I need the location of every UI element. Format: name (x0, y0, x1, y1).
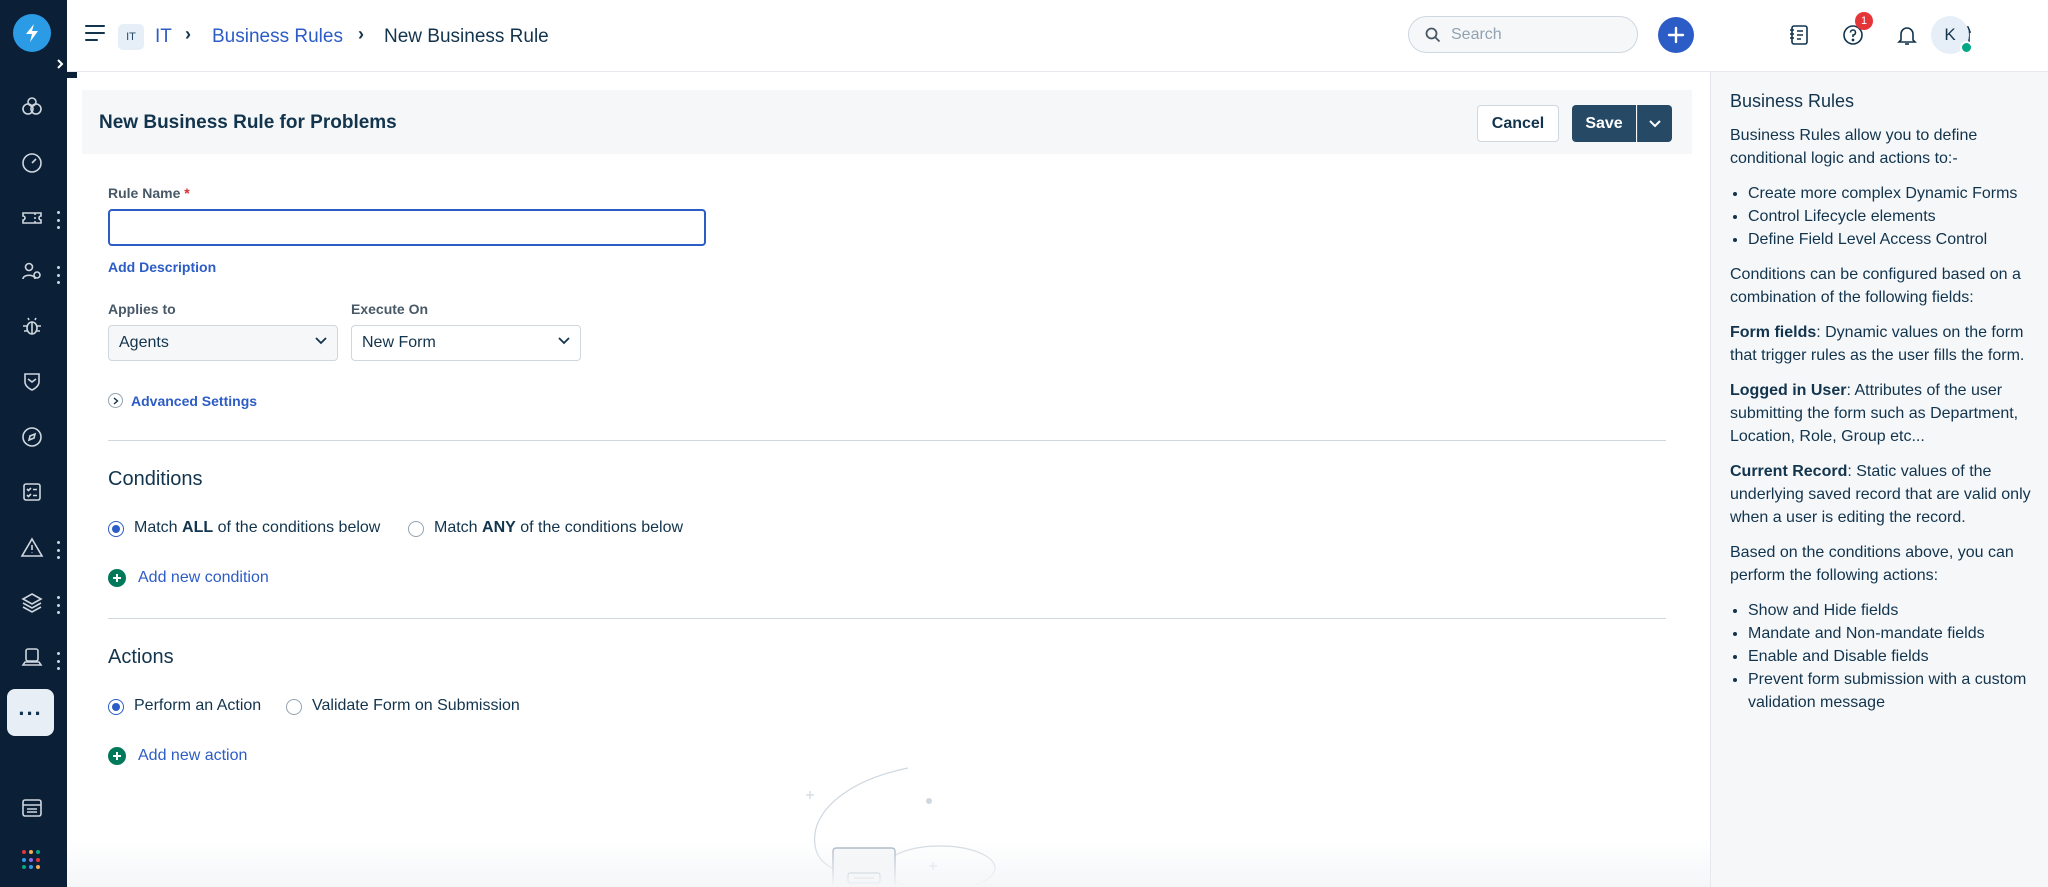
chevron-down-icon (315, 337, 327, 345)
cancel-button[interactable]: Cancel (1477, 105, 1559, 142)
list-item: Define Field Level Access Control (1748, 228, 2034, 251)
validate-form-radio[interactable] (286, 699, 302, 715)
help-form-fields: Form fields: Dynamic values on the form … (1730, 324, 2025, 364)
speedometer-icon[interactable] (16, 147, 48, 179)
list-item: Mandate and Non-mandate fields (1748, 622, 2034, 645)
match-all-label[interactable]: Match ALL of the conditions below (134, 519, 380, 537)
checklist-icon[interactable] (16, 476, 48, 508)
workspace-badge: IT (118, 24, 144, 50)
conditions-heading: Conditions (108, 468, 203, 490)
ticket-menu-icon[interactable] (56, 211, 60, 229)
list-item: Prevent form submission with a custom va… (1748, 668, 2034, 714)
ticket-icon[interactable] (16, 202, 48, 234)
divider (108, 618, 1666, 619)
add-condition-icon[interactable] (108, 569, 126, 587)
applies-to-select[interactable]: Agents (108, 325, 338, 361)
chevron-right-icon: › (185, 24, 191, 44)
save-button[interactable]: Save (1572, 105, 1636, 142)
form-header: New Business Rule for Problems Cancel Sa… (82, 90, 1692, 154)
laptop-menu-icon[interactable] (56, 652, 60, 670)
shield-icon[interactable] (16, 366, 48, 398)
save-options-button[interactable] (1637, 105, 1672, 142)
add-action-icon[interactable] (108, 747, 126, 765)
catalog-icon[interactable] (1784, 20, 1814, 50)
execute-on-select[interactable]: New Form (351, 325, 581, 361)
rule-name-input[interactable] (108, 209, 706, 246)
match-any-radio[interactable] (408, 521, 424, 537)
help-actions-text: Based on the conditions above, you can p… (1730, 544, 2014, 584)
notification-badge: 1 (1855, 12, 1873, 30)
rule-name-label: Rule Name * (108, 185, 190, 201)
alert-menu-icon[interactable] (56, 541, 60, 559)
match-any-label[interactable]: Match ANY of the conditions below (434, 519, 683, 537)
help-panel: Business Rules Business Rules allow you … (1710, 72, 2048, 887)
add-condition-link[interactable]: Add new condition (138, 569, 269, 587)
match-all-radio[interactable] (108, 521, 124, 537)
search-icon (1425, 27, 1441, 42)
advanced-settings-link[interactable]: Advanced Settings (131, 393, 257, 409)
perform-action-radio[interactable] (108, 699, 124, 715)
list-item: Enable and Disable fields (1748, 645, 2034, 668)
help-actions-list: Show and Hide fields Mandate and Non-man… (1748, 599, 2034, 714)
validate-form-label[interactable]: Validate Form on Submission (312, 697, 520, 715)
add-action-link[interactable]: Add new action (138, 747, 247, 765)
expand-advanced-icon[interactable] (108, 393, 123, 408)
help-intro: Business Rules allow you to define condi… (1730, 127, 1978, 167)
help-intro-list: Create more complex Dynamic Forms Contro… (1748, 182, 2034, 251)
search-placeholder: Search (1451, 25, 1502, 43)
logo-icon[interactable] (13, 14, 51, 52)
bottom-fade (67, 840, 1710, 887)
layers-icon[interactable] (16, 587, 48, 619)
help-title: Business Rules (1730, 91, 1855, 111)
top-bar: IT IT › Business Rules › New Business Ru… (67, 0, 2048, 72)
compass-icon[interactable] (16, 421, 48, 453)
breadcrumb-current: New Business Rule (384, 26, 549, 47)
alert-icon[interactable] (16, 532, 48, 564)
users-menu-icon[interactable] (56, 266, 60, 284)
chevron-down-icon (558, 337, 570, 345)
divider (108, 440, 1666, 441)
page-title: New Business Rule for Problems (99, 112, 397, 133)
list-item: Show and Hide fields (1748, 599, 2034, 622)
chevron-right-icon: › (358, 24, 364, 44)
left-rail: ... (0, 0, 67, 887)
actions-heading: Actions (108, 646, 174, 668)
server-icon[interactable] (16, 792, 48, 824)
list-item: Control Lifecycle elements (1748, 205, 2034, 228)
users-icon[interactable] (16, 256, 48, 288)
search-input[interactable]: Search (1408, 16, 1638, 53)
applies-to-value: Agents (119, 334, 169, 351)
apps-grid-icon[interactable] (22, 850, 42, 870)
plus-icon[interactable] (1658, 17, 1694, 53)
laptop-icon[interactable] (16, 642, 48, 674)
layers-menu-icon[interactable] (56, 596, 60, 614)
bug-icon[interactable] (16, 311, 48, 343)
help-logged-user: Logged in User: Attributes of the user s… (1730, 382, 2019, 445)
add-description-link[interactable]: Add Description (108, 259, 216, 275)
execute-on-value: New Form (362, 334, 436, 351)
dashboard-icon[interactable] (16, 91, 48, 123)
list-item: Create more complex Dynamic Forms (1748, 182, 2034, 205)
status-dot (1960, 41, 1973, 54)
breadcrumb-it[interactable]: IT (155, 26, 172, 48)
chevron-down-icon (1649, 119, 1661, 127)
execute-on-label: Execute On (351, 301, 429, 317)
applies-to-label: Applies to (108, 301, 176, 317)
bell-icon[interactable] (1892, 20, 1922, 50)
help-current-record: Current Record: Static values of the und… (1730, 463, 2031, 526)
more-icon[interactable]: ... (7, 689, 54, 736)
perform-action-label[interactable]: Perform an Action (134, 697, 261, 715)
breadcrumb-business-rules[interactable]: Business Rules (212, 26, 343, 48)
required-mark: * (184, 185, 190, 201)
help-conditions-text: Conditions can be configured based on a … (1730, 266, 2021, 306)
menu-icon[interactable] (85, 25, 105, 41)
